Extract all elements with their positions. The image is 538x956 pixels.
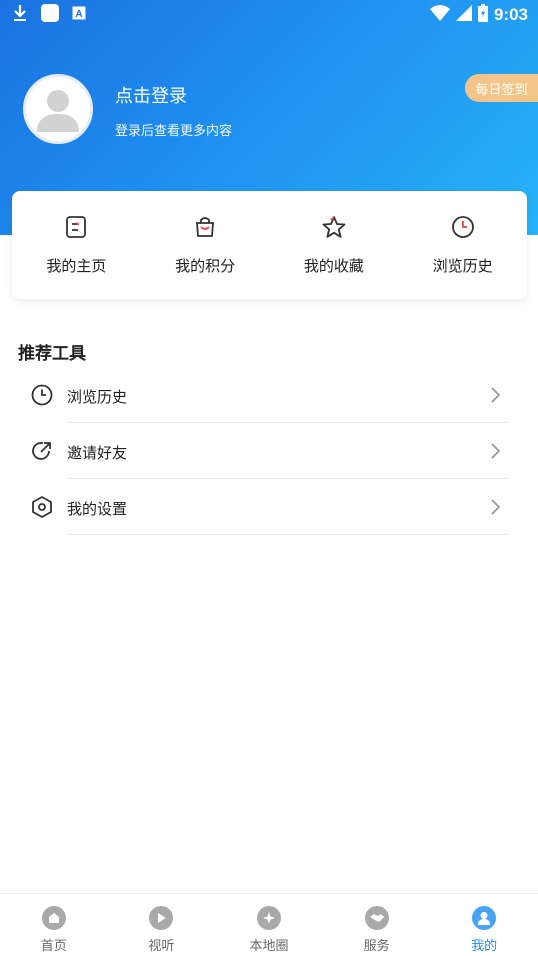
quick-action-my-favorites[interactable]: 我的收藏: [270, 191, 399, 299]
play-icon: [149, 906, 174, 930]
bottom-tab-bar: 首页 视听 本地圈 服务 我的: [0, 893, 538, 956]
tab-services[interactable]: 服务: [323, 894, 431, 956]
tab-media[interactable]: 视听: [108, 894, 216, 956]
default-avatar-icon: [37, 90, 79, 132]
wifi-icon: [429, 5, 450, 25]
tool-row-invite-friends[interactable]: 邀请好友: [0, 423, 538, 479]
section-title: 推荐工具: [18, 344, 86, 364]
handshake-icon: [364, 906, 389, 930]
quick-action-label: 浏览历史: [432, 257, 493, 275]
quick-action-label: 我的收藏: [303, 257, 364, 275]
tool-list: 浏览历史 邀请好友 我的设置: [0, 367, 538, 535]
notification-app-icon: [40, 3, 60, 27]
keyboard-a-icon: A: [72, 5, 86, 25]
quick-action-my-points[interactable]: 我的积分: [141, 191, 270, 299]
home-icon: [41, 906, 66, 930]
avatar[interactable]: [23, 74, 93, 144]
tool-label: 浏览历史: [67, 388, 128, 406]
star-icon: [320, 213, 348, 241]
user-icon: [472, 906, 497, 930]
chevron-right-icon: [488, 385, 502, 405]
tool-row-browse-history[interactable]: 浏览历史: [0, 367, 538, 423]
tab-label: 视听: [148, 939, 175, 954]
chevron-right-icon: [488, 441, 502, 461]
tab-label: 本地圈: [249, 939, 289, 954]
chevron-right-icon: [488, 497, 502, 517]
settings-hex-icon: [30, 495, 54, 519]
divider: [67, 534, 509, 535]
svg-text:A: A: [75, 9, 82, 20]
tab-home[interactable]: 首页: [0, 894, 108, 956]
tab-label: 首页: [40, 939, 67, 954]
tool-label: 我的设置: [67, 500, 128, 518]
compass-icon: [256, 906, 281, 930]
battery-icon: [477, 4, 488, 26]
daily-checkin-button[interactable]: 每日签到: [465, 74, 538, 102]
download-icon: [12, 4, 28, 26]
tool-label: 邀请好友: [67, 444, 128, 462]
quick-actions-card: 我的主页 我的积分 我的收藏 浏览历史: [12, 191, 527, 299]
quick-action-label: 我的主页: [46, 257, 107, 275]
clock-icon: [449, 213, 477, 241]
tab-local-circle[interactable]: 本地圈: [215, 894, 323, 956]
quick-action-browse-history[interactable]: 浏览历史: [398, 191, 527, 299]
login-link[interactable]: 点击登录: [115, 82, 187, 108]
status-bar: A 9:03: [0, 0, 538, 30]
tab-label: 服务: [363, 939, 390, 954]
homepage-card-icon: [62, 213, 90, 241]
tool-row-my-settings[interactable]: 我的设置: [0, 479, 538, 535]
login-subtitle: 登录后查看更多内容: [115, 124, 233, 139]
tab-mine[interactable]: 我的: [430, 894, 538, 956]
quick-action-label: 我的积分: [175, 257, 236, 275]
quick-action-my-homepage[interactable]: 我的主页: [12, 191, 141, 299]
clock-icon: [30, 383, 54, 407]
status-time: 9:03: [493, 5, 528, 24]
tab-label: 我的: [471, 939, 498, 954]
signal-icon: [455, 5, 472, 25]
share-arrow-icon: [30, 439, 54, 463]
shopping-bag-icon: [191, 213, 219, 241]
